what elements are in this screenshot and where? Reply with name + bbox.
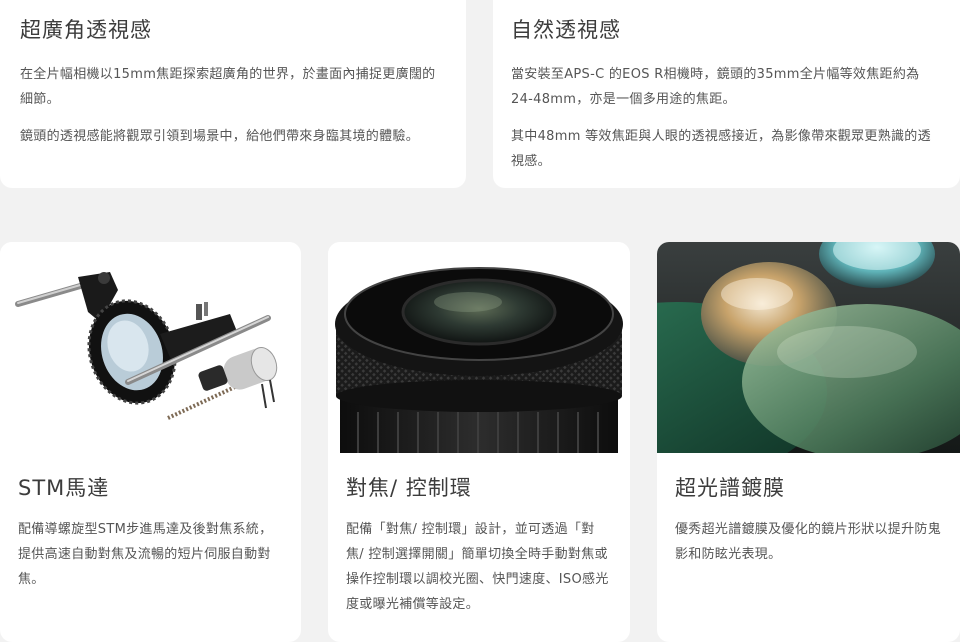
feature-paragraph: 當安裝至APS-C 的EOS R相機時，鏡頭的35mm全片幅等效焦距約為24-4… [511,67,920,107]
feature-title: 對焦/ 控制環 [346,476,472,500]
feature-body: 配備導螺旋型STM步進馬達及後對焦系統，提供高速自動對焦及流暢的短片伺服自動對焦… [18,522,273,587]
feature-card-control-ring: 對焦/ 控制環 配備「對焦/ 控制環」設計，並可透過「對焦/ 控制選擇開關」簡單… [328,242,630,642]
feature-card-wide-angle: 超廣角透視感 在全片幅相機以15mm焦距探索超廣角的世界，於畫面內捕捉更廣闊的細… [0,0,466,188]
feature-paragraph: 在全片幅相機以15mm焦距探索超廣角的世界，於畫面內捕捉更廣闊的細節。 [20,67,436,107]
feature-title: 超廣角透視感 [20,18,152,42]
feature-card-coating: 超光譜鍍膜 優秀超光譜鍍膜及優化的鏡片形狀以提升防鬼影和防眩光表現。 [657,242,960,642]
coated-glass-elements [657,242,960,453]
feature-card-natural-perspective: 自然透視感 當安裝至APS-C 的EOS R相機時，鏡頭的35mm全片幅等效焦距… [493,0,960,188]
feature-body: 配備「對焦/ 控制環」設計，並可透過「對焦/ 控制選擇開關」簡單切換全時手動對焦… [346,522,609,612]
stm-motor-illustration [0,242,301,453]
feature-title: 自然透視感 [511,18,621,42]
feature-body: 優秀超光譜鍍膜及優化的鏡片形狀以提升防鬼影和防眩光表現。 [675,522,942,562]
feature-card-stm-motor: STM馬達 配備導螺旋型STM步進馬達及後對焦系統，提供高速自動對焦及流暢的短片… [0,242,301,642]
feature-title: 超光譜鍍膜 [675,476,785,500]
feature-paragraph: 鏡頭的透視感能將觀眾引領到場景中，給他們帶來身臨其境的體驗。 [20,129,420,144]
feature-title: STM馬達 [18,476,110,500]
lens-front-photo [328,242,630,453]
feature-paragraph: 其中48mm 等效焦距與人眼的透視感接近，為影像帶來觀眾更熟識的透視感。 [511,129,931,169]
